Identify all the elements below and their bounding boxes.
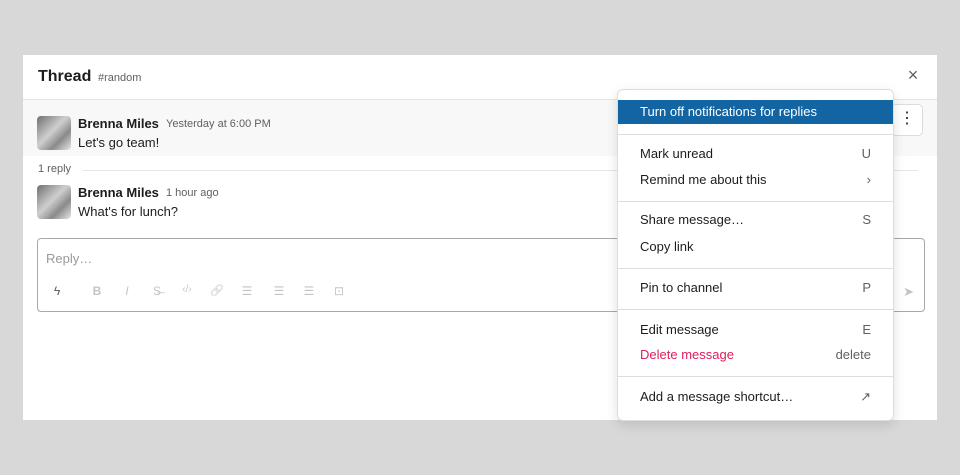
message-timestamp[interactable]: Yesterday at 6:00 PM (166, 118, 271, 130)
shortcuts-icon[interactable]: ϟ (48, 284, 66, 298)
menu-item-delete-message[interactable]: Delete message delete (618, 343, 893, 367)
close-icon[interactable]: × (905, 66, 921, 84)
code-block-icon[interactable]: ⊡ (330, 284, 348, 298)
message-text: What's for lunch? (78, 204, 179, 219)
menu-item-remind-me[interactable]: Remind me about this › (618, 168, 893, 192)
italic-icon[interactable]: I (118, 284, 136, 298)
menu-separator (618, 268, 893, 269)
chevron-right-icon: › (866, 172, 871, 187)
blockquote-icon[interactable]: ☰ (300, 284, 318, 298)
thread-title: Thread (38, 68, 92, 85)
menu-separator (618, 201, 893, 202)
message-author[interactable]: Brenna Miles (78, 116, 159, 131)
message-actions-menu: Turn off notifications for replies Mark … (617, 89, 894, 421)
send-icon[interactable]: ➤ (903, 284, 914, 300)
reply-count: 1 reply (38, 163, 72, 175)
avatar[interactable] (37, 116, 71, 150)
bulleted-list-icon[interactable]: ☰ (270, 284, 288, 298)
menu-item-turn-off-notifications[interactable]: Turn off notifications for replies (618, 100, 893, 124)
message-text: Let's go team! (78, 135, 160, 150)
message-timestamp[interactable]: 1 hour ago (166, 187, 219, 199)
menu-item-mark-unread[interactable]: Mark unread U (618, 142, 893, 166)
link-icon[interactable]: 🔗 (208, 284, 226, 297)
thread-channel[interactable]: #random (98, 72, 141, 84)
ordered-list-icon[interactable]: ☰ (238, 284, 256, 298)
external-link-icon: ↗ (860, 389, 871, 404)
menu-separator (618, 376, 893, 377)
menu-separator (618, 134, 893, 135)
message-author[interactable]: Brenna Miles (78, 185, 159, 200)
menu-item-copy-link[interactable]: Copy link (618, 235, 893, 259)
menu-item-add-message-shortcut[interactable]: Add a message shortcut… ↗ (618, 385, 893, 409)
strikethrough-icon[interactable]: S̶ (148, 284, 166, 298)
menu-item-pin-to-channel[interactable]: Pin to channel P (618, 276, 893, 300)
avatar[interactable] (37, 185, 71, 219)
menu-item-share-message[interactable]: Share message… S (618, 208, 893, 232)
menu-item-edit-message[interactable]: Edit message E (618, 318, 893, 342)
more-actions-button[interactable]: ⋮ (891, 104, 923, 136)
menu-separator (618, 309, 893, 310)
bold-icon[interactable]: B (88, 284, 106, 298)
code-icon[interactable]: ‹/› (178, 284, 196, 295)
